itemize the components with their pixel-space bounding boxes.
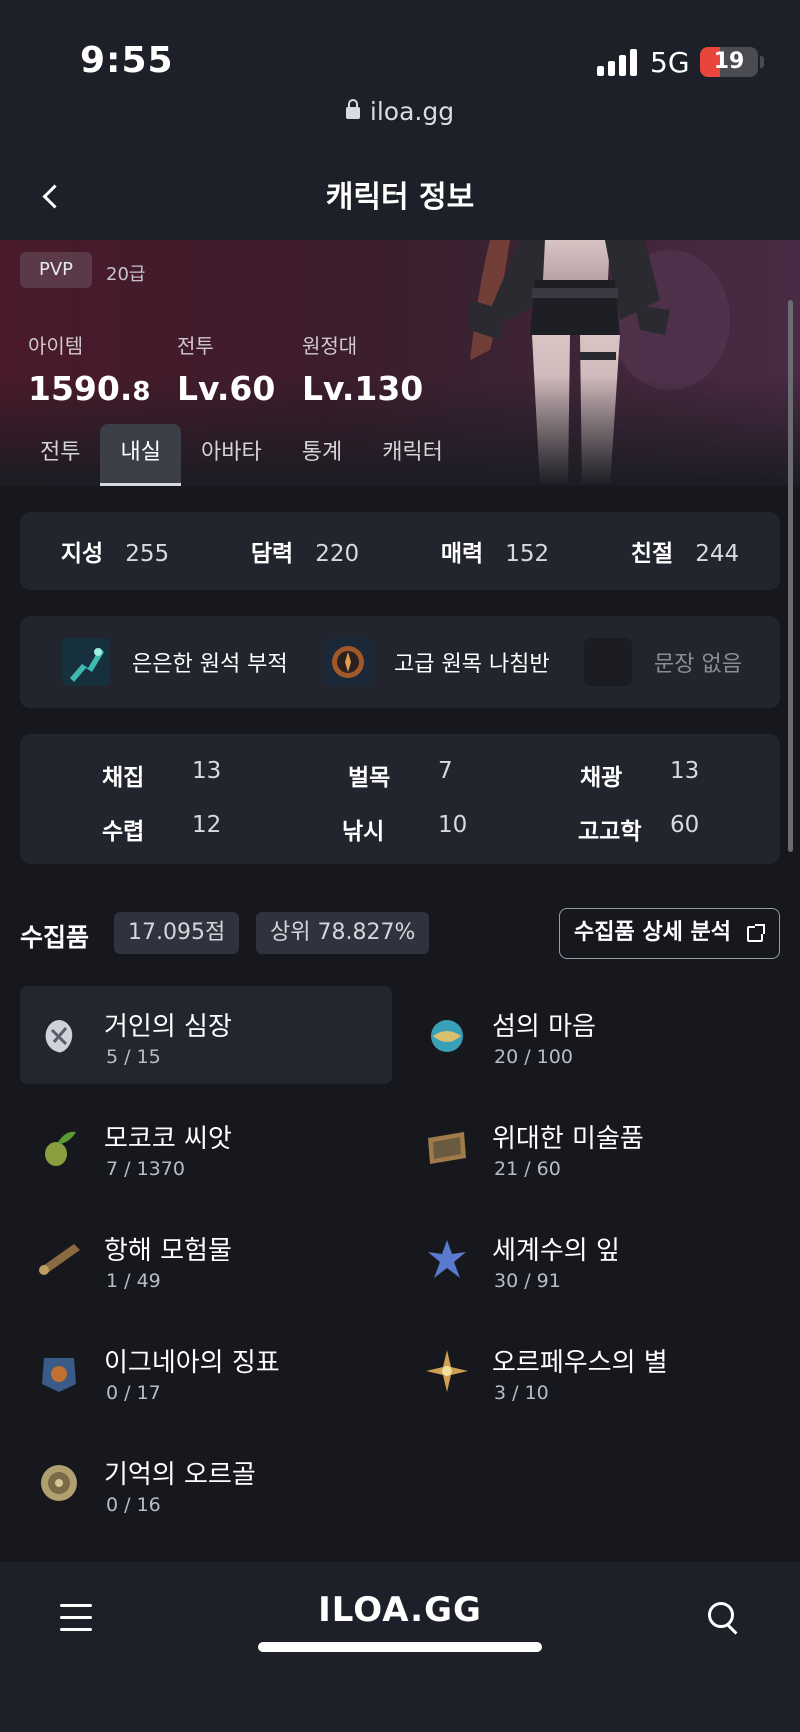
collectible-name: 세계수의 잎 [492,1236,620,1266]
signal-icon [597,48,637,76]
leaf-icon [428,1240,466,1278]
tab-combat[interactable]: 전투 [20,424,100,486]
page-header: 캐릭터 정보 [0,150,800,240]
collectibles-title: 수집품 [20,923,90,952]
status-bar: 9:55 5G 19 iloa.gg [0,0,800,150]
star-icon [426,1350,468,1392]
collectible-count: 3 / 10 [494,1382,549,1404]
stat-value: 1590.8 [28,369,151,408]
compass-item[interactable]: 고급 원목 나침반 [324,638,550,686]
collectible-count: 7 / 1370 [106,1158,185,1180]
collectible-count: 20 / 100 [494,1046,573,1068]
tab-stronghold[interactable]: 내실 [100,424,181,486]
telescope-icon [39,1244,80,1275]
page-title: 캐릭터 정보 [325,180,475,215]
scrollbar[interactable] [788,300,793,852]
amulet-icon [62,638,110,686]
url-text: iloa.gg [369,97,455,126]
character-tabs: 전투 내실 아바타 통계 캐릭터 [20,424,463,486]
collectible-count: 5 / 15 [106,1046,161,1068]
orgel-icon [41,1465,77,1501]
collectible-count: 0 / 16 [106,1494,161,1516]
tab-avatar[interactable]: 아바타 [181,424,282,486]
battery-level: 19 [713,49,745,74]
trait-charisma: 매력 152 [440,541,550,567]
collectible-voyage-adventure[interactable]: 항해 모험물 1 / 49 [20,1210,392,1308]
trait-intellect: 지성 255 [60,541,170,567]
collectible-count: 21 / 60 [494,1158,561,1180]
collectible-name: 위대한 미술품 [492,1124,644,1154]
island-heart-icon [431,1020,463,1052]
compass-icon [324,638,372,686]
collectibles-rank-badge: 상위 78.827% [256,912,430,954]
collectible-giant-heart[interactable]: 거인의 심장 5 / 15 [20,986,392,1084]
stat-label: 전투 [177,334,214,358]
pvp-grade: 20급 [106,264,146,285]
network-type: 5G [650,46,690,79]
home-indicator[interactable] [258,1642,542,1652]
collectibles-score-badge: 17.095점 [114,912,240,954]
tab-character[interactable]: 캐릭터 [362,424,463,486]
empty-slot-icon [584,638,632,686]
giant-heart-icon [45,1020,73,1053]
lock-icon [345,99,360,119]
collectible-orpheus-star[interactable]: 오르페우스의 별 3 / 10 [408,1322,780,1420]
search-icon[interactable] [706,1600,746,1640]
status-time: 9:55 [80,40,174,81]
collectible-memory-orgel[interactable]: 기억의 오르골 0 / 16 [20,1434,392,1532]
equipped-items-card: 은은한 원석 부적 고급 원목 나침반 문장 없음 [20,616,780,708]
mokoko-seed-icon [45,1131,76,1166]
pvp-badge: PVP [20,252,92,288]
collectible-count: 0 / 17 [106,1382,161,1404]
url-bar[interactable]: iloa.gg [0,97,800,126]
collectible-ignea-token[interactable]: 이그네아의 징표 0 / 17 [20,1322,392,1420]
artwork-icon [428,1132,466,1164]
amulet-item[interactable]: 은은한 원석 부적 [62,638,288,686]
collectible-count: 30 / 91 [494,1270,561,1292]
ignea-token-icon [42,1358,76,1392]
site-logo[interactable]: ILOA.GG [0,1590,800,1630]
empty-emblem-slot[interactable]: 문장 없음 [584,638,742,686]
trait-stats-card: 지성 255 담력 220 매력 152 친절 244 [20,512,780,590]
collectibles-detail-button[interactable]: 수집품 상세 분석 [559,908,780,959]
stat-combat-level: 전투 Lv.60 [177,330,275,408]
battery-icon: 19 [700,47,758,77]
collectible-name: 거인의 심장 [104,1012,232,1042]
stat-label: 원정대 [302,334,358,358]
collectible-name: 모코코 씨앗 [104,1124,232,1154]
trait-courage: 담력 220 [250,541,360,567]
tab-statistics[interactable]: 통계 [282,424,362,486]
trait-kindness: 친절 244 [630,541,740,567]
life-skills-card: 채집 13 벌목 7 채광 13 수렵 12 낚시 10 고고학 60 [20,734,780,864]
collectible-world-tree-leaf[interactable]: 세계수의 잎 30 / 91 [408,1210,780,1308]
collectible-great-artwork[interactable]: 위대한 미술품 21 / 60 [408,1098,780,1196]
collectible-name: 오르페우스의 별 [492,1348,668,1378]
collectible-count: 1 / 49 [106,1270,161,1292]
collectible-name: 기억의 오르골 [104,1460,256,1490]
collectible-name: 섬의 마음 [492,1012,596,1042]
stat-value: Lv.60 [177,369,276,408]
collectible-name: 이그네아의 징표 [104,1348,280,1378]
stat-label: 아이템 [28,334,84,358]
external-link-icon [747,924,765,942]
collectible-name: 항해 모험물 [104,1236,232,1266]
collectible-mokoko-seed[interactable]: 모코코 씨앗 7 / 1370 [20,1098,392,1196]
collectible-island-heart[interactable]: 섬의 마음 20 / 100 [408,986,780,1084]
stat-expedition-level: 원정대 Lv.130 [302,330,423,408]
stat-value: Lv.130 [302,369,424,408]
character-portrait [470,240,730,486]
stat-item-level: 아이템 1590.8 [28,330,150,408]
character-hero: PVP 20급 아이템 1590.8 전투 Lv.60 원정대 Lv.130 전… [0,240,800,486]
